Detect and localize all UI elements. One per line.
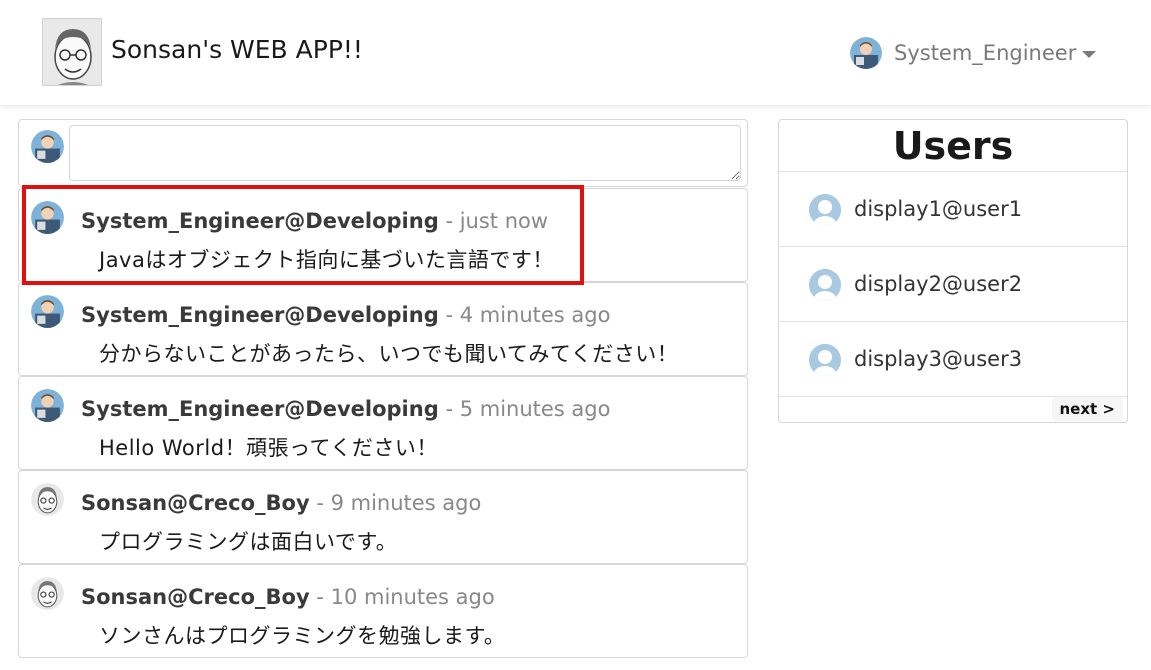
post-header: System_Engineer@Developing - 4 minutes a… [81,300,610,330]
post-timestamp: just now [459,209,549,233]
post-item: Sonsan@Creco_Boy - 9 minutes ago プログラミング… [18,470,748,564]
caret-down-icon [1082,50,1097,58]
post-header: Sonsan@Creco_Boy - 10 minutes ago [81,582,495,612]
post-separator: - [445,397,454,421]
post-separator: - [316,585,324,609]
users-panel-title: Users [779,120,1127,172]
user-avatar-icon [809,194,841,226]
post-item: System_Engineer@Developing - 4 minutes a… [18,282,748,376]
user-name-link[interactable]: display2@user2 [854,269,1022,299]
user-list-item[interactable]: display1@user1 [779,172,1127,247]
post-body: Hello World！頑張ってください！ [99,436,438,460]
compose-card [18,119,748,187]
engineer-avatar-icon [31,201,64,234]
post-item: System_Engineer@Developing - just now Ja… [18,188,748,282]
post-body: プログラミングは面白いです。 [99,530,398,554]
post-item: Sonsan@Creco_Boy - 10 minutes ago ソンさんはプ… [18,564,748,658]
engineer-avatar-icon [31,295,64,328]
user-avatar-icon [809,269,841,301]
post-header: System_Engineer@Developing - 5 minutes a… [81,394,610,424]
user-menu-dropdown[interactable]: System_Engineer [850,36,1097,70]
post-input[interactable] [69,125,741,181]
post-body: ソンさんはプログラミングを勉強します。 [99,624,506,648]
post-separator: - [445,209,454,233]
post-body: Javaはオブジェクト指向に基づいた言語です！ [99,248,554,272]
post-timestamp: 5 minutes ago [459,397,611,421]
post-timestamp: 10 minutes ago [330,585,495,609]
user-name-link[interactable]: display3@user3 [854,344,1022,374]
user-list-item[interactable]: display3@user3 [779,322,1127,397]
engineer-avatar-icon [850,37,882,69]
users-panel: Users display1@user1 display2@user2 disp… [778,119,1128,423]
engineer-avatar-icon [31,130,64,163]
post-author-link[interactable]: System_Engineer@Developing [81,209,439,233]
post-author-link[interactable]: Sonsan@Creco_Boy [81,585,310,609]
user-avatar-icon [809,344,841,376]
brand-title[interactable]: Sonsan's WEB APP!! [111,33,363,67]
post-author-link[interactable]: Sonsan@Creco_Boy [81,491,310,515]
post-header: Sonsan@Creco_Boy - 9 minutes ago [81,488,481,518]
post-separator: - [445,303,454,327]
post-timestamp: 4 minutes ago [459,303,611,327]
brand-logo[interactable] [42,18,102,86]
sonsan-avatar-icon [31,577,64,610]
post-header: System_Engineer@Developing - just now [81,206,548,236]
user-name-link[interactable]: display1@user1 [854,194,1022,224]
post-item: System_Engineer@Developing - 5 minutes a… [18,376,748,470]
engineer-avatar-icon [31,389,64,422]
post-body: 分からないことがあったら、いつでも聞いてみてください！ [99,342,679,366]
next-page-button[interactable]: next > [1051,397,1123,421]
post-author-link[interactable]: System_Engineer@Developing [81,397,439,421]
post-separator: - [316,491,324,515]
user-list-item[interactable]: display2@user2 [779,247,1127,322]
post-timestamp: 9 minutes ago [330,491,482,515]
navbar: Sonsan's WEB APP!! System_Engineer [0,0,1151,106]
sonsan-avatar-icon [31,483,64,516]
post-author-link[interactable]: System_Engineer@Developing [81,303,439,327]
current-user-name: System_Engineer [894,41,1077,65]
